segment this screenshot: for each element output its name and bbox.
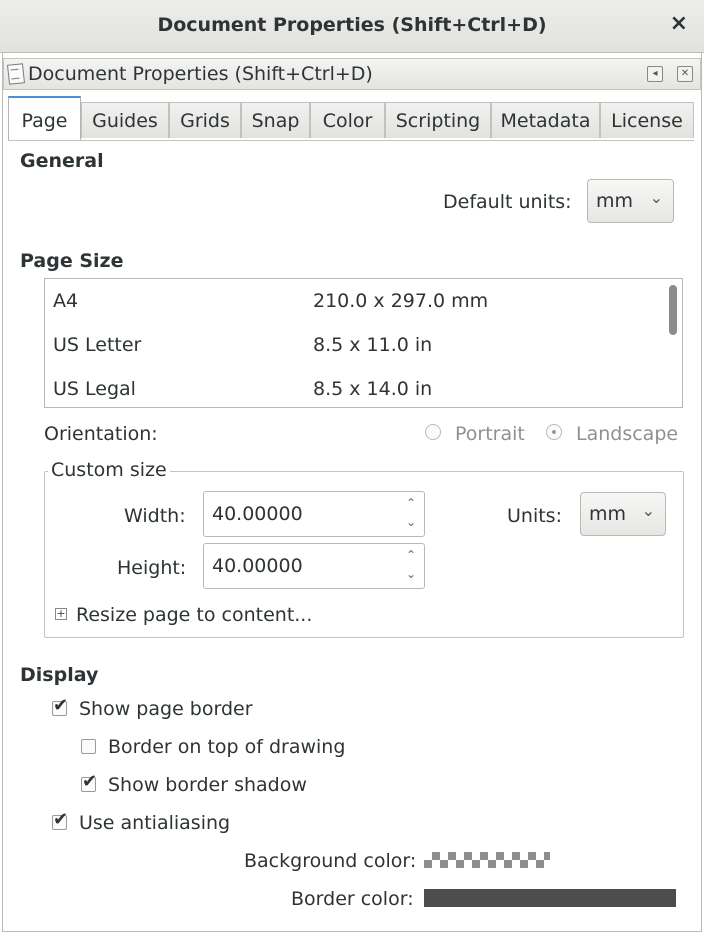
- border-on-top-label: Border on top of drawing: [108, 736, 346, 758]
- page-size-dims: 8.5 x 11.0 in: [313, 334, 433, 356]
- border-color-swatch[interactable]: [424, 889, 676, 907]
- scrollbar-thumb[interactable]: [669, 285, 677, 335]
- dock-header: Document Properties (Shift+Ctrl+D) ◂ ✕: [3, 58, 701, 90]
- document-icon: [6, 63, 26, 85]
- window-titlebar: Document Properties (Shift+Ctrl+D) ×: [0, 0, 704, 53]
- tab-scripting[interactable]: Scripting: [385, 102, 491, 138]
- page-size-name: A4: [53, 290, 79, 312]
- show-page-border-label: Show page border: [79, 698, 253, 720]
- tab-color[interactable]: Color: [310, 102, 385, 138]
- background-color-swatch[interactable]: [424, 852, 550, 868]
- height-label: Height:: [117, 557, 187, 579]
- tab-license[interactable]: License: [600, 102, 694, 138]
- use-antialiasing-label: Use antialiasing: [79, 812, 231, 834]
- tab-metadata[interactable]: Metadata: [491, 102, 600, 138]
- units-select[interactable]: mm ⌄: [580, 492, 666, 536]
- page-size-dims: 210.0 x 297.0 mm: [313, 290, 489, 312]
- default-units-value: mm: [596, 190, 634, 212]
- spin-down-icon[interactable]: ⌄: [404, 567, 418, 581]
- tab-page[interactable]: Page: [8, 96, 81, 140]
- tab-guides[interactable]: Guides: [81, 102, 169, 138]
- units-value: mm: [589, 503, 627, 525]
- use-antialiasing-checkbox[interactable]: ✔: [52, 809, 68, 830]
- page-size-list[interactable]: A4 210.0 x 297.0 mm US Letter 8.5 x 11.0…: [44, 278, 683, 408]
- close-icon[interactable]: ×: [670, 11, 688, 36]
- dock-title: Document Properties (Shift+Ctrl+D): [28, 63, 373, 85]
- iconify-icon[interactable]: ◂: [647, 66, 663, 82]
- height-spinbox[interactable]: 40.00000 ⌃ ⌄: [203, 543, 425, 589]
- orientation-label: Orientation:: [44, 423, 158, 445]
- chevron-down-icon: ⌄: [649, 188, 663, 207]
- page-size-name: US Legal: [53, 378, 136, 400]
- border-color-label: Border color:: [291, 888, 414, 910]
- spin-up-icon[interactable]: ⌃: [404, 548, 418, 562]
- width-label: Width:: [124, 505, 186, 527]
- landscape-radio[interactable]: [546, 424, 562, 440]
- width-value: 40.00000: [212, 503, 303, 525]
- height-value: 40.00000: [212, 555, 303, 577]
- tab-divider: [8, 140, 694, 141]
- units-label: Units:: [507, 505, 562, 527]
- section-display-title: Display: [20, 664, 99, 686]
- tab-grids[interactable]: Grids: [169, 102, 241, 138]
- check-icon: ✔: [82, 771, 98, 792]
- background-color-label: Background color:: [244, 850, 417, 872]
- section-general-title: General: [20, 150, 104, 172]
- page-size-row[interactable]: US Letter 8.5 x 11.0 in: [45, 324, 665, 368]
- spin-up-icon[interactable]: ⌃: [404, 496, 418, 510]
- width-spinbox[interactable]: 40.00000 ⌃ ⌄: [203, 491, 425, 537]
- portrait-label: Portrait: [455, 423, 525, 445]
- page-size-name: US Letter: [53, 334, 142, 356]
- default-units-label: Default units:: [443, 191, 572, 213]
- tab-bar: Page Guides Grids Snap Color Scripting M…: [8, 96, 694, 140]
- expander-plus-icon[interactable]: +: [55, 608, 67, 620]
- tab-snap[interactable]: Snap: [241, 102, 310, 138]
- window-title: Document Properties (Shift+Ctrl+D): [157, 14, 547, 36]
- show-border-shadow-checkbox[interactable]: ✔: [81, 771, 97, 792]
- chevron-down-icon: ⌄: [641, 501, 655, 520]
- landscape-label: Landscape: [576, 423, 679, 445]
- resize-to-content-expander[interactable]: Resize page to content...: [76, 604, 312, 626]
- show-page-border-checkbox[interactable]: ✔: [52, 695, 68, 716]
- default-units-select[interactable]: mm ⌄: [587, 179, 674, 223]
- page-size-dims: 8.5 x 14.0 in: [313, 378, 433, 400]
- show-border-shadow-label: Show border shadow: [108, 774, 307, 796]
- spin-down-icon[interactable]: ⌄: [404, 515, 418, 529]
- portrait-radio[interactable]: [425, 424, 441, 440]
- close-panel-icon[interactable]: ✕: [677, 66, 693, 82]
- page-size-row[interactable]: US Legal 8.5 x 14.0 in: [45, 368, 665, 407]
- border-on-top-checkbox[interactable]: [81, 739, 96, 754]
- custom-size-title: Custom size: [48, 459, 170, 481]
- section-page-size-title: Page Size: [20, 250, 124, 272]
- check-icon: ✔: [53, 695, 69, 716]
- check-icon: ✔: [53, 809, 69, 830]
- page-size-row[interactable]: A4 210.0 x 297.0 mm: [45, 280, 665, 324]
